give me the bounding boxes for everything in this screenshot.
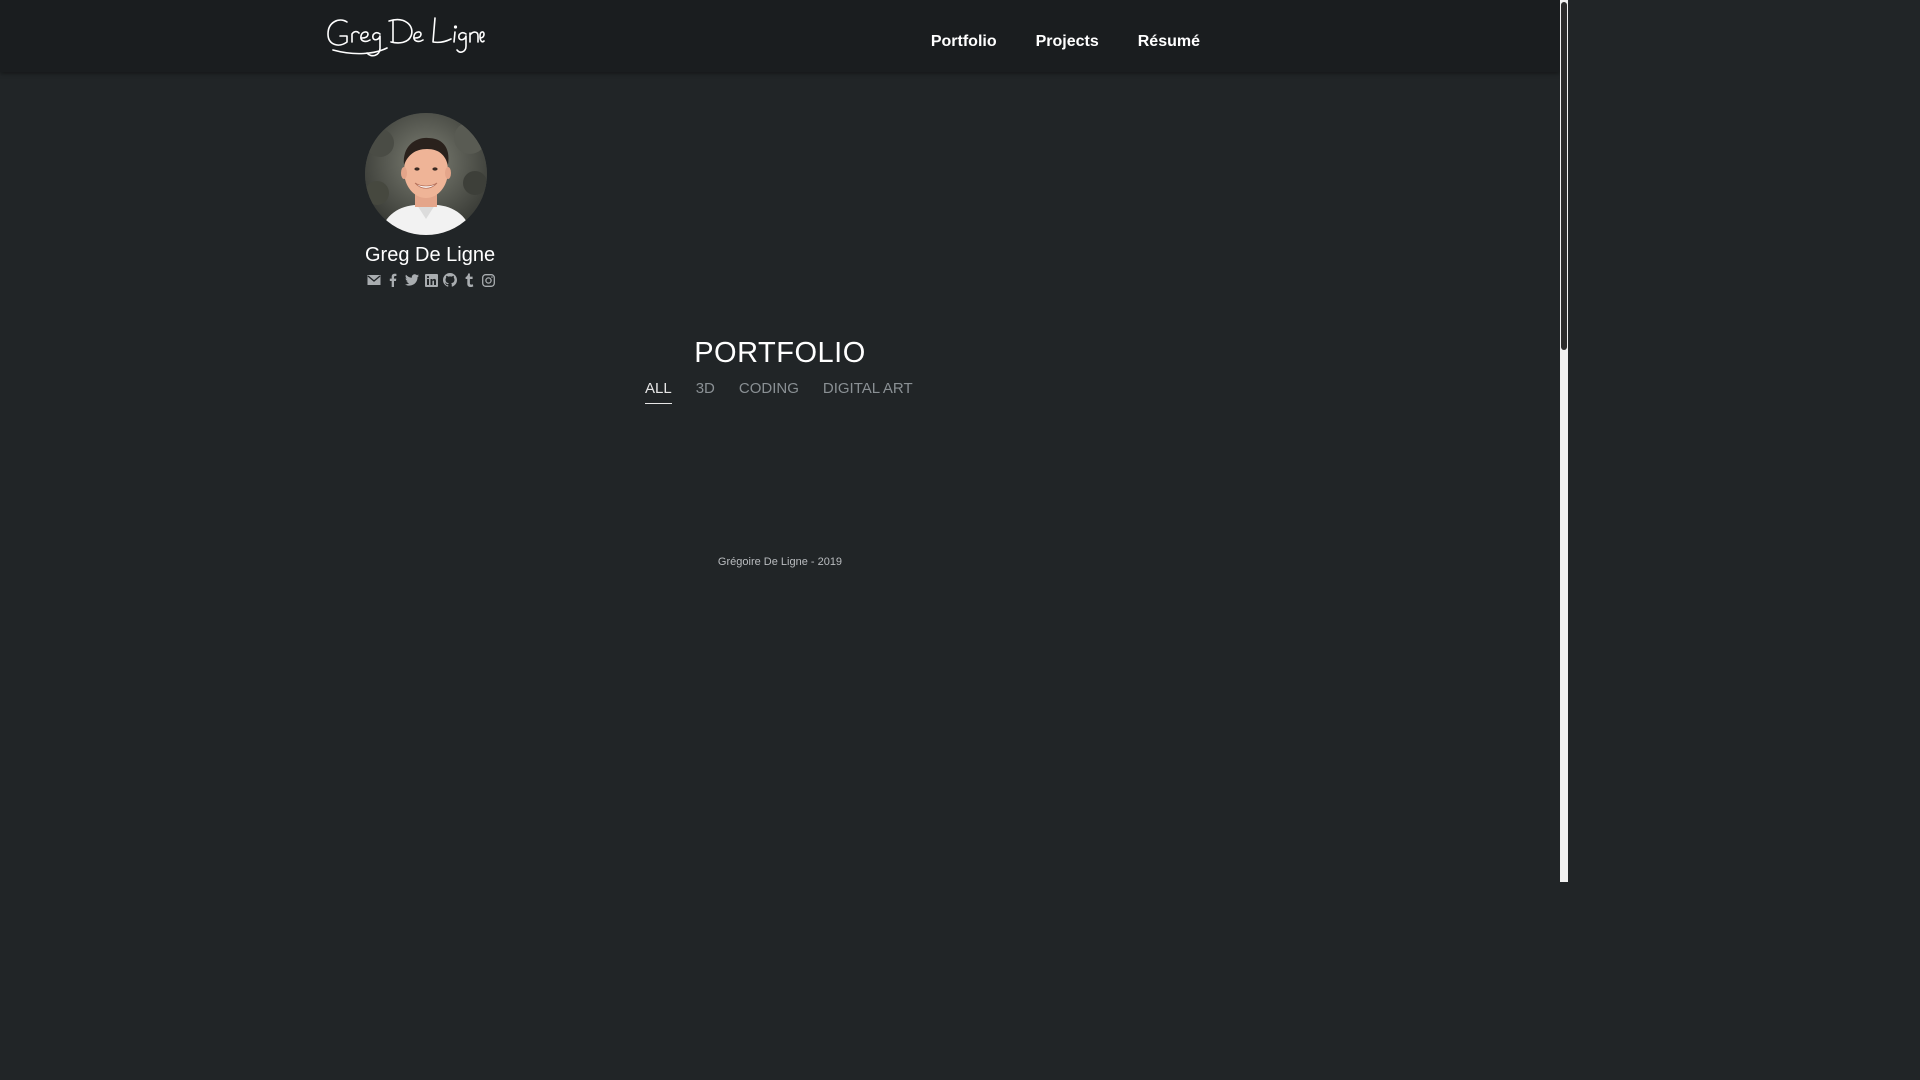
vertical-scrollbar[interactable]: [1560, 0, 1568, 882]
main-nav: Portfolio Projects Résumé: [931, 32, 1200, 52]
filter-digital-art[interactable]: DIGITAL ART: [823, 380, 913, 404]
social-links: [367, 273, 505, 287]
mail-icon[interactable]: [367, 273, 381, 287]
scrollbar-thumb[interactable]: [1561, 2, 1567, 350]
facebook-icon[interactable]: [386, 273, 400, 287]
logo[interactable]: [325, 12, 485, 60]
profile-name: Greg De Ligne: [365, 244, 496, 266]
twitter-icon[interactable]: [405, 273, 419, 287]
instagram-icon[interactable]: [481, 273, 495, 287]
filter-all[interactable]: ALL: [645, 380, 672, 404]
footer-copyright: Grégoire De Ligne - 2019: [717, 556, 843, 568]
top-navigation-bar: Portfolio Projects Résumé: [0, 0, 1560, 72]
avatar: [365, 113, 487, 235]
tumblr-icon[interactable]: [462, 273, 476, 287]
nav-projects[interactable]: Projects: [1036, 32, 1099, 52]
profile-card: Greg De Ligne: [365, 113, 505, 287]
nav-portfolio[interactable]: Portfolio: [931, 32, 997, 52]
linkedin-icon[interactable]: [424, 273, 438, 287]
github-icon[interactable]: [443, 273, 457, 287]
nav-resume[interactable]: Résumé: [1138, 32, 1200, 52]
portfolio-filters: ALL 3D CODING DIGITAL ART: [645, 380, 937, 404]
filter-coding[interactable]: CODING: [739, 380, 799, 404]
filter-3d[interactable]: 3D: [696, 380, 715, 404]
page-title: PORTFOLIO: [694, 337, 866, 369]
